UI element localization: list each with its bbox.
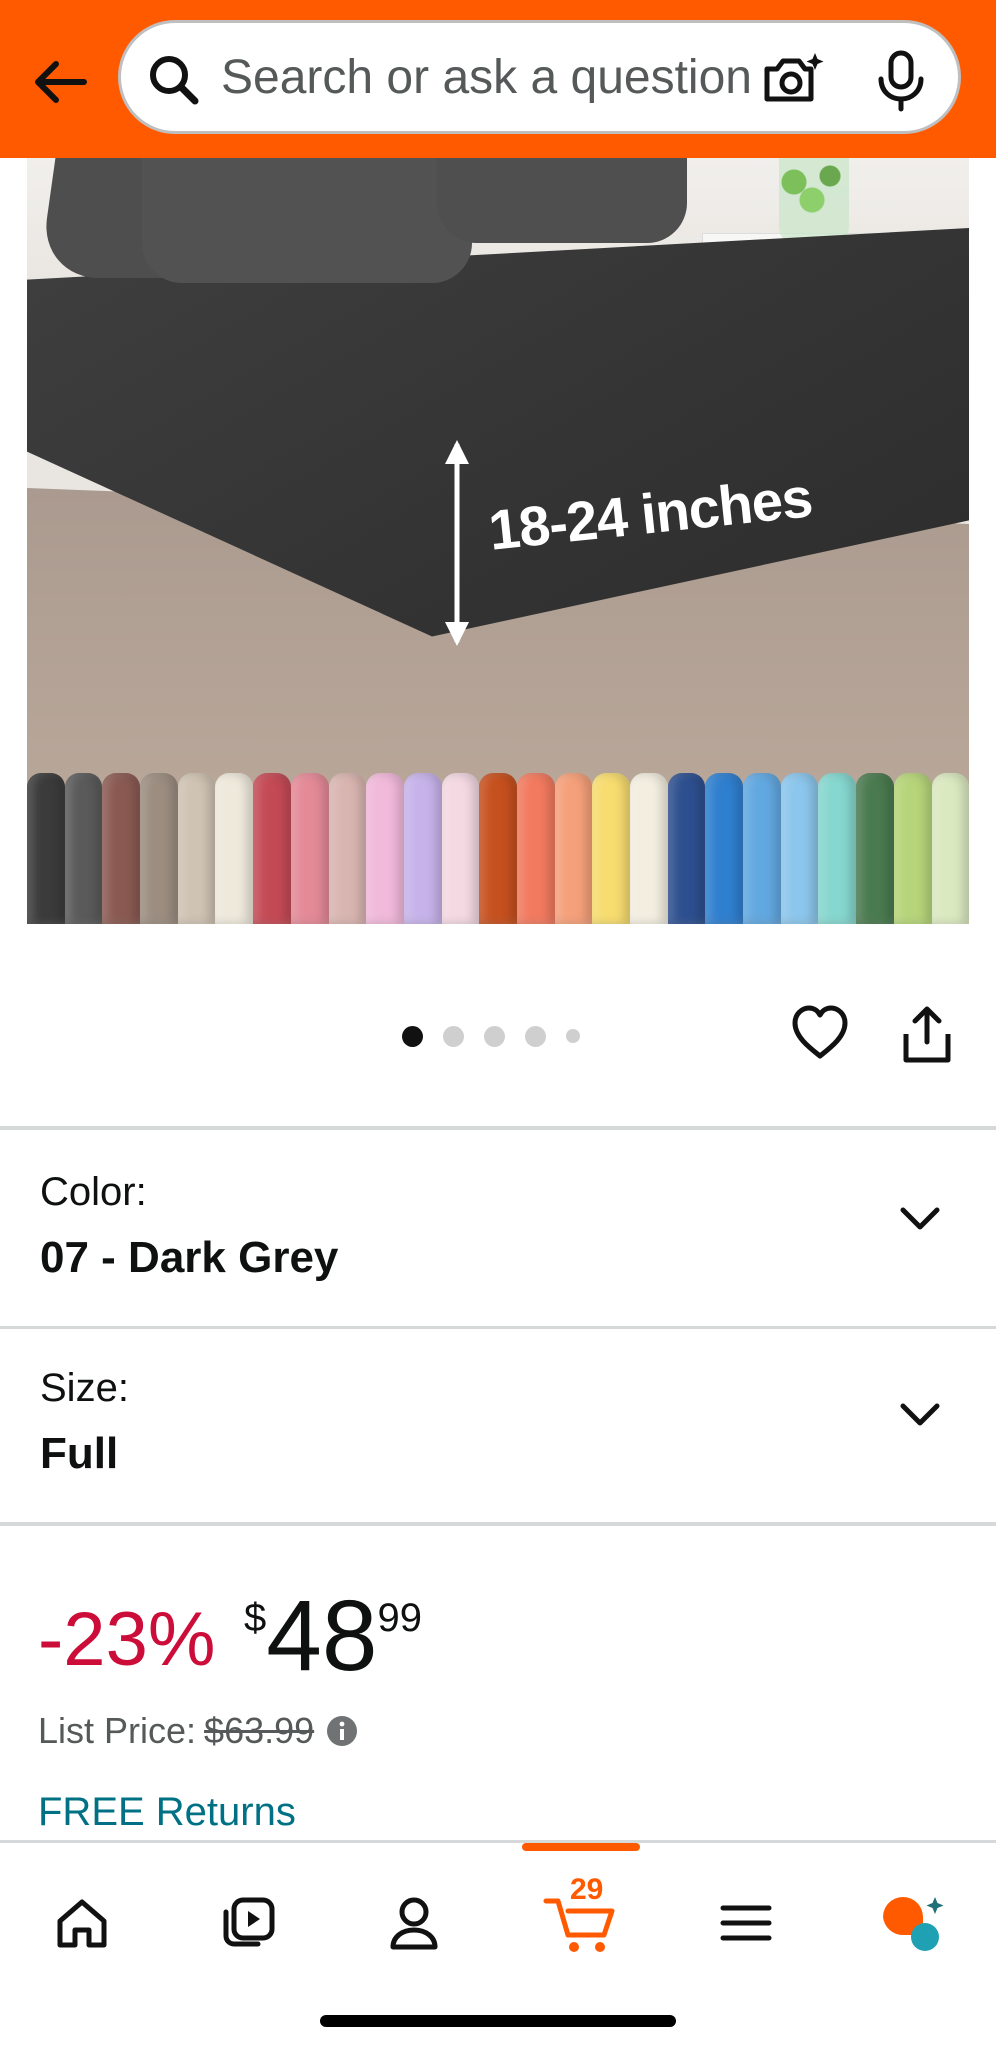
color-swatch bbox=[743, 773, 781, 924]
color-swatch bbox=[102, 773, 141, 924]
search-icon bbox=[150, 56, 199, 105]
nav-home[interactable] bbox=[42, 1883, 122, 1963]
color-swatch bbox=[177, 773, 216, 924]
camera-sparkle-icon bbox=[764, 53, 824, 102]
menu-icon bbox=[720, 1905, 772, 1941]
nav-menu[interactable] bbox=[706, 1883, 786, 1963]
price-whole: 48 bbox=[266, 1580, 378, 1692]
back-arrow-icon bbox=[35, 61, 87, 103]
add-to-list-button[interactable] bbox=[790, 1004, 850, 1062]
chevron-down-icon bbox=[900, 1403, 940, 1426]
size-selector[interactable]: Size: Full bbox=[0, 1326, 996, 1518]
pagination-dot[interactable] bbox=[484, 1025, 505, 1047]
color-swatch bbox=[931, 773, 969, 924]
nav-account[interactable] bbox=[374, 1883, 454, 1963]
rufus-assistant-icon bbox=[883, 1897, 944, 1951]
color-swatch bbox=[592, 773, 630, 924]
color-swatch bbox=[215, 773, 254, 924]
share-button[interactable] bbox=[900, 1004, 954, 1066]
pagination-dot[interactable] bbox=[402, 1025, 423, 1047]
free-returns-link[interactable]: FREE Returns bbox=[38, 1790, 296, 1835]
microphone-icon bbox=[878, 50, 924, 112]
color-swatch bbox=[630, 773, 668, 924]
camera-search-button[interactable] bbox=[761, 49, 827, 109]
back-button[interactable] bbox=[28, 50, 92, 114]
share-icon bbox=[903, 1006, 951, 1063]
color-value: 07 - Dark Grey bbox=[40, 1233, 339, 1282]
color-swatch bbox=[554, 773, 593, 924]
size-value: Full bbox=[40, 1429, 119, 1478]
account-icon bbox=[390, 1897, 438, 1950]
list-price-label: List Price: bbox=[38, 1710, 197, 1751]
color-swatch bbox=[441, 773, 480, 924]
voice-search-button[interactable] bbox=[871, 49, 931, 113]
color-swatch bbox=[516, 773, 555, 924]
color-swatch bbox=[140, 773, 178, 924]
image-plant bbox=[767, 158, 857, 218]
color-swatch-strip bbox=[27, 773, 969, 924]
color-label: Color: bbox=[40, 1170, 147, 1214]
nav-video[interactable] bbox=[208, 1883, 288, 1963]
color-swatch bbox=[290, 773, 329, 924]
info-icon[interactable] bbox=[326, 1715, 358, 1747]
color-swatch bbox=[479, 773, 517, 924]
color-swatch bbox=[27, 773, 65, 924]
color-swatch bbox=[780, 773, 819, 924]
product-image[interactable]: 18-24 inches bbox=[27, 158, 969, 924]
chevron-down-icon bbox=[900, 1207, 940, 1230]
top-header bbox=[0, 0, 996, 158]
color-swatch bbox=[893, 773, 932, 924]
color-swatch bbox=[328, 773, 367, 924]
price: $4899 bbox=[244, 1586, 422, 1686]
pagination-dot[interactable] bbox=[443, 1025, 464, 1047]
size-label: Size: bbox=[40, 1366, 129, 1410]
color-swatch bbox=[818, 773, 857, 924]
price-currency: $ bbox=[244, 1596, 267, 1640]
color-swatch bbox=[403, 773, 442, 924]
home-indicator bbox=[320, 2015, 676, 2027]
color-swatch bbox=[667, 773, 706, 924]
color-swatch bbox=[856, 773, 894, 924]
dimension-arrow-icon bbox=[445, 440, 469, 646]
search-bar[interactable] bbox=[118, 20, 961, 134]
image-pillow bbox=[142, 158, 472, 283]
color-swatch bbox=[366, 773, 404, 924]
nav-rufus[interactable] bbox=[872, 1883, 952, 1963]
bottom-navigation: 29 bbox=[0, 1840, 996, 2051]
discount-percentage: -23% bbox=[38, 1597, 216, 1682]
pagination-dot[interactable] bbox=[525, 1025, 546, 1047]
search-input[interactable] bbox=[221, 49, 811, 105]
pagination-dot[interactable] bbox=[566, 1029, 580, 1043]
video-library-icon bbox=[223, 1897, 275, 1947]
cart-count-badge: 29 bbox=[570, 1873, 604, 1906]
color-swatch bbox=[253, 773, 291, 924]
color-selector[interactable]: Color: 07 - Dark Grey bbox=[0, 1130, 996, 1322]
image-pillow bbox=[437, 158, 687, 243]
price-fraction: 99 bbox=[377, 1596, 422, 1640]
home-icon bbox=[57, 1899, 107, 1948]
color-swatch bbox=[705, 773, 744, 924]
list-price: List Price: $63.99 bbox=[38, 1710, 358, 1752]
color-swatch bbox=[64, 773, 103, 924]
list-price-value: $63.99 bbox=[204, 1710, 315, 1751]
active-tab-indicator bbox=[522, 1843, 640, 1851]
heart-icon bbox=[792, 1005, 848, 1059]
image-pagination-dots[interactable] bbox=[402, 1024, 580, 1048]
section-divider bbox=[0, 1522, 996, 1526]
